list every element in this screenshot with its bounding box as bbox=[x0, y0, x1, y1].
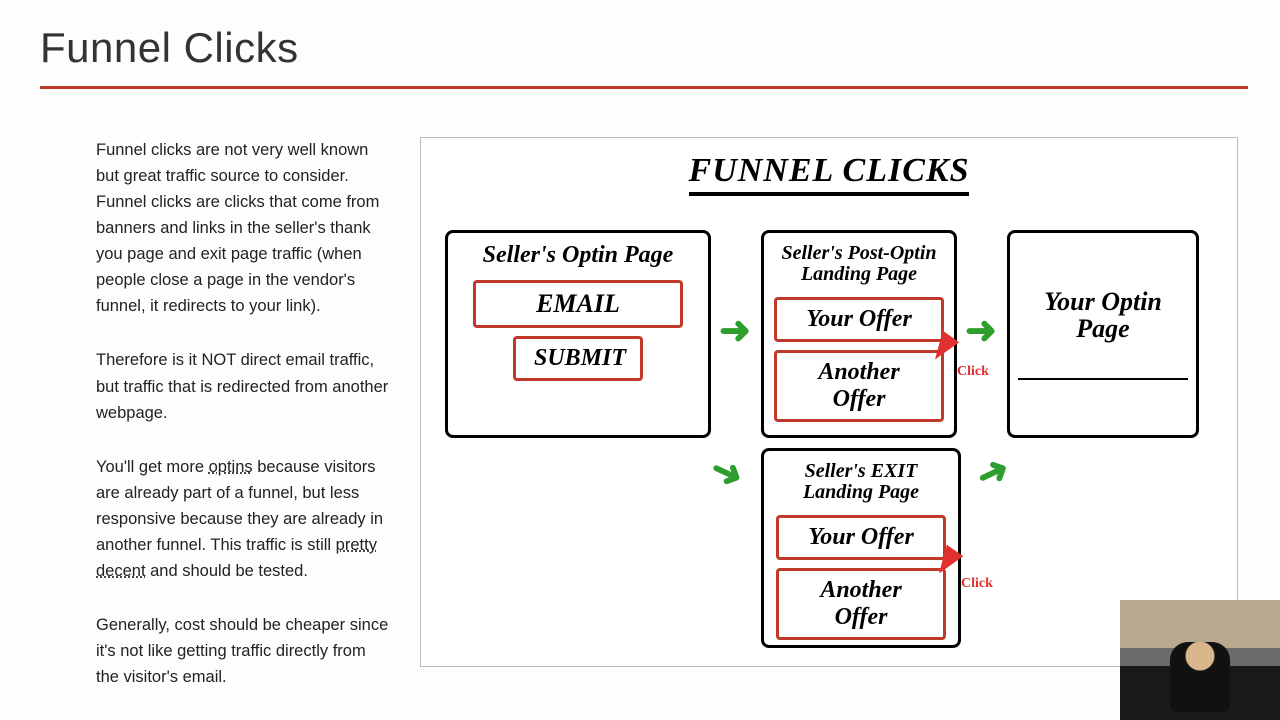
box-post-optin: Seller's Post-Optin Landing Page Your Of… bbox=[761, 230, 957, 438]
button-submit: SUBMIT bbox=[513, 336, 643, 381]
click-label-1: Click bbox=[957, 364, 989, 380]
box-your-optin-heading: Your Optin Page bbox=[1018, 288, 1188, 343]
diagram: FUNNEL CLICKS Seller's Optin Page EMAIL … bbox=[420, 137, 1238, 667]
exit-another-offer: Another Offer bbox=[776, 568, 946, 640]
diagram-title: FUNNEL CLICKS bbox=[421, 138, 1237, 190]
paragraph-4: Generally, cost should be cheaper since … bbox=[96, 612, 390, 690]
paragraph-1: Funnel clicks are not very well known bu… bbox=[96, 137, 390, 319]
exit-your-offer: Your Offer bbox=[776, 515, 946, 560]
webcam-overlay bbox=[1120, 600, 1280, 720]
paragraph-2: Therefore is it NOT direct email traffic… bbox=[96, 347, 390, 425]
box-post-optin-heading: Seller's Post-Optin Landing Page bbox=[772, 243, 946, 285]
arrow-icon: ➜ bbox=[969, 445, 1017, 499]
box-exit-landing: Seller's EXIT Landing Page Your Offer An… bbox=[761, 448, 961, 648]
diagram-title-rule bbox=[689, 192, 969, 196]
text-column: Funnel clicks are not very well known bu… bbox=[40, 137, 400, 718]
box-exit-heading: Seller's EXIT Landing Page bbox=[772, 461, 950, 503]
page-title: Funnel Clicks bbox=[40, 24, 1248, 86]
arrow-icon: ➜ bbox=[703, 445, 751, 499]
arrow-icon: ➜ bbox=[965, 308, 997, 353]
click-label-2: Click bbox=[961, 576, 993, 592]
box-seller-optin: Seller's Optin Page EMAIL SUBMIT bbox=[445, 230, 711, 438]
field-email: EMAIL bbox=[473, 280, 683, 328]
paragraph-3: You'll get more optins because visitors … bbox=[96, 454, 390, 584]
optin-input-line bbox=[1018, 378, 1188, 380]
post-another-offer: Another Offer bbox=[774, 350, 944, 422]
box-your-optin: Your Optin Page bbox=[1007, 230, 1199, 438]
arrow-icon: ➜ bbox=[719, 308, 751, 353]
box-seller-optin-heading: Seller's Optin Page bbox=[483, 243, 674, 268]
post-your-offer: Your Offer bbox=[774, 297, 944, 342]
